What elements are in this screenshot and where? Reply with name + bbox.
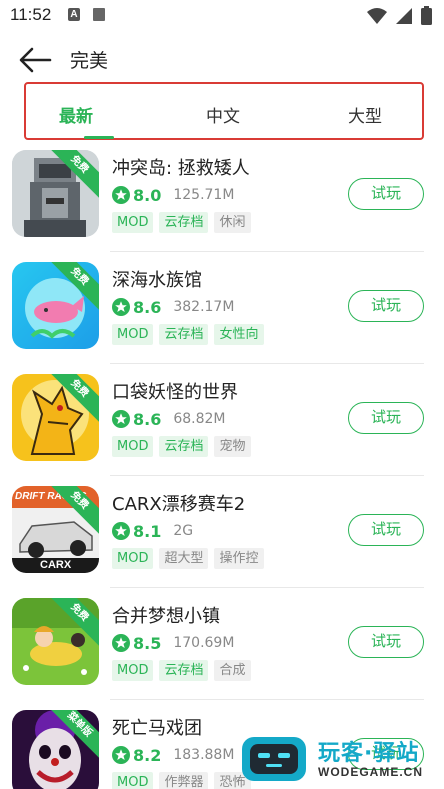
tag-list: MOD 超大型 操作控 bbox=[112, 548, 264, 569]
list-item[interactable]: 免费 合并梦想小镇 8.5 170.69M MOD 云存档 合成 试玩 bbox=[0, 588, 444, 700]
tag: MOD bbox=[112, 548, 154, 569]
tab-latest[interactable]: 最新 bbox=[59, 102, 93, 127]
tab-large[interactable]: 大型 bbox=[348, 102, 382, 127]
try-button[interactable]: 试玩 bbox=[348, 178, 424, 210]
file-size: 125.71M bbox=[173, 187, 235, 203]
game-name[interactable]: CARX漂移赛车2 bbox=[112, 490, 245, 516]
drift-car-icon[interactable]: DRIFT RACING CARX 免费 bbox=[12, 486, 99, 573]
status-indicators bbox=[367, 6, 432, 25]
file-size: 170.69M bbox=[173, 635, 235, 651]
tag: 超大型 bbox=[159, 548, 209, 569]
rating-row: 8.6 68.82M bbox=[112, 408, 226, 430]
meadow-girl-icon[interactable]: 免费 bbox=[12, 598, 99, 685]
watermark: 玩客·驿站 WODEGAME.CN bbox=[236, 731, 444, 789]
tag: 休闲 bbox=[214, 212, 251, 233]
page-title: 完美 bbox=[70, 50, 109, 72]
clown-icon[interactable]: 菜单版 bbox=[12, 710, 99, 789]
file-size: 68.82M bbox=[173, 411, 226, 427]
rating-value: 8.6 bbox=[133, 297, 162, 317]
tag: 云存档 bbox=[159, 324, 209, 345]
file-size: 382.17M bbox=[173, 299, 235, 315]
back-button[interactable] bbox=[18, 46, 52, 74]
tag: 合成 bbox=[214, 660, 251, 681]
star-icon bbox=[112, 522, 130, 540]
tag-list: MOD 云存档 休闲 bbox=[112, 212, 251, 233]
tag-list: MOD 云存档 宠物 bbox=[112, 436, 251, 457]
pink-whale-icon[interactable]: 免费 bbox=[12, 262, 99, 349]
tag: 云存档 bbox=[159, 436, 209, 457]
tag: MOD bbox=[112, 660, 154, 681]
game-name[interactable]: 冲突岛: 拯救矮人 bbox=[112, 154, 250, 180]
notification-a-icon: A bbox=[68, 8, 80, 21]
tag: MOD bbox=[112, 212, 154, 233]
tag: 云存档 bbox=[159, 212, 209, 233]
wifi-icon bbox=[367, 7, 387, 24]
rating-value: 8.1 bbox=[133, 521, 162, 541]
page-header: 完美 bbox=[0, 40, 444, 80]
game-name[interactable]: 深海水族馆 bbox=[112, 266, 202, 292]
star-icon bbox=[112, 186, 130, 204]
tag: 宠物 bbox=[214, 436, 251, 457]
list-item[interactable]: 免费 冲突岛: 拯救矮人 8.0 125.71M MOD 云存档 休闲 试玩 bbox=[0, 140, 444, 252]
list-item[interactable]: 免费 口袋妖怪的世界 8.6 68.82M MOD 云存档 宠物 试玩 bbox=[0, 364, 444, 476]
battery-icon bbox=[421, 6, 432, 25]
try-button[interactable]: 试玩 bbox=[348, 626, 424, 658]
signal-icon bbox=[396, 7, 412, 24]
star-icon bbox=[112, 634, 130, 652]
star-icon bbox=[112, 298, 130, 316]
icon-brand-text: CARX bbox=[40, 559, 72, 571]
game-name[interactable]: 口袋妖怪的世界 bbox=[112, 378, 238, 404]
rating-row: 8.0 125.71M bbox=[112, 184, 234, 206]
try-button[interactable]: 试玩 bbox=[348, 402, 424, 434]
tag: 女性向 bbox=[214, 324, 264, 345]
status-bar: 11:52 A bbox=[0, 0, 444, 32]
tag: 作弊器 bbox=[159, 772, 209, 789]
rating-row: 8.2 183.88M bbox=[112, 744, 234, 766]
notification-book-icon bbox=[93, 8, 105, 21]
watermark-domain: WODEGAME.CN bbox=[318, 765, 423, 779]
tag-list: MOD 云存档 女性向 bbox=[112, 324, 264, 345]
file-size: 2G bbox=[173, 523, 194, 539]
stone-warrior-icon[interactable]: 免费 bbox=[12, 150, 99, 237]
star-icon bbox=[112, 410, 130, 428]
back-arrow-icon bbox=[19, 47, 52, 73]
watermark-text: 玩客·驿站 bbox=[318, 741, 420, 766]
list-item[interactable]: 免费 深海水族馆 8.6 382.17M MOD 云存档 女性向 试玩 bbox=[0, 252, 444, 364]
star-icon bbox=[112, 746, 130, 764]
tab-chinese[interactable]: 中文 bbox=[206, 102, 240, 127]
game-name[interactable]: 合并梦想小镇 bbox=[112, 602, 220, 628]
try-button[interactable]: 试玩 bbox=[348, 290, 424, 322]
rating-value: 8.2 bbox=[133, 745, 162, 765]
category-tabs: 最新 中文 大型 bbox=[24, 82, 424, 140]
rating-value: 8.6 bbox=[133, 409, 162, 429]
tag: MOD bbox=[112, 324, 154, 345]
tag: MOD bbox=[112, 772, 154, 789]
file-size: 183.88M bbox=[173, 747, 235, 763]
rating-row: 8.5 170.69M bbox=[112, 632, 234, 654]
rating-value: 8.0 bbox=[133, 185, 162, 205]
try-button[interactable]: 试玩 bbox=[348, 514, 424, 546]
active-tab-indicator bbox=[84, 136, 114, 139]
tag: 云存档 bbox=[159, 660, 209, 681]
game-name[interactable]: 死亡马戏团 bbox=[112, 714, 202, 740]
tag-list: MOD 作弊器 恐怖 bbox=[112, 772, 251, 789]
yellow-beast-icon[interactable]: 免费 bbox=[12, 374, 99, 461]
tag: 操作控 bbox=[214, 548, 264, 569]
tag-list: MOD 云存档 合成 bbox=[112, 660, 251, 681]
game-list: 免费 冲突岛: 拯救矮人 8.0 125.71M MOD 云存档 休闲 试玩 免… bbox=[0, 140, 444, 789]
list-item[interactable]: DRIFT RACING CARX 免费 CARX漂移赛车2 8.1 2G MO… bbox=[0, 476, 444, 588]
rating-row: 8.6 382.17M bbox=[112, 296, 234, 318]
tag: MOD bbox=[112, 436, 154, 457]
rating-row: 8.1 2G bbox=[112, 520, 193, 542]
robot-logo-icon bbox=[242, 737, 306, 781]
rating-value: 8.5 bbox=[133, 633, 162, 653]
status-time: 11:52 bbox=[10, 5, 52, 24]
